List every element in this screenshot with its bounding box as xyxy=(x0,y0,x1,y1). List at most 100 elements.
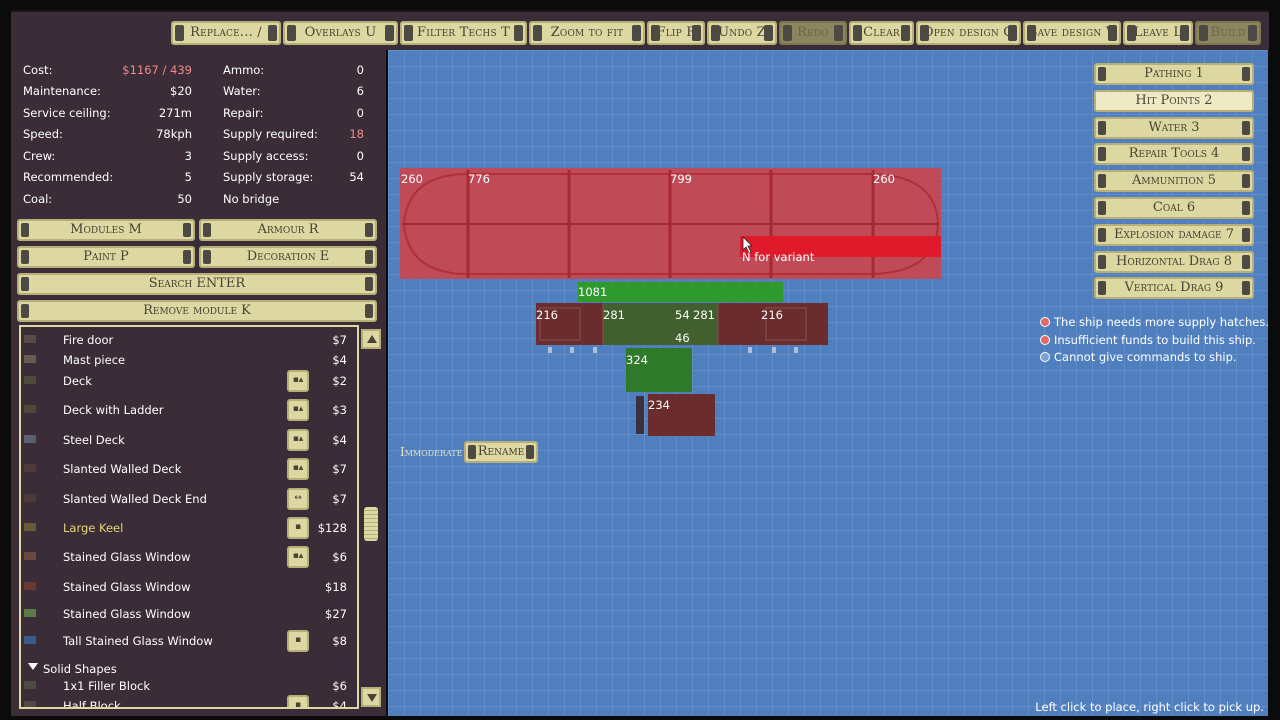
module-price: $4 xyxy=(332,433,347,447)
variant-button[interactable]: ▪ xyxy=(287,517,309,539)
stat-label-supply-storage: Supply storage: xyxy=(223,170,314,184)
clear-button[interactable]: Clear xyxy=(849,21,914,45)
stat-label-maintenance: Maintenance: xyxy=(23,84,101,98)
module-list-item[interactable]: Deck $2 ▪▴ xyxy=(21,370,357,392)
overlay-button[interactable]: Coal 6 xyxy=(1094,197,1254,219)
warning-icon xyxy=(1040,317,1050,327)
decoration-tab[interactable]: Decoration E xyxy=(199,246,377,268)
module-thumbnail-icon xyxy=(24,355,36,363)
module-name: Tall Stained Glass Window xyxy=(63,634,213,648)
armour-tab[interactable]: Armour R xyxy=(199,219,377,241)
stat-label-coal: Coal: xyxy=(23,192,53,206)
paint-tab[interactable]: Paint P xyxy=(17,246,195,268)
stat-value-coal: 50 xyxy=(177,192,192,206)
ship-blueprint-canvas[interactable]: 260 776 799 260 N for variant 1081 216 2… xyxy=(388,50,1269,716)
expand-arrow-icon xyxy=(28,663,38,670)
variant-button[interactable]: ▪ xyxy=(287,630,309,652)
search-button[interactable]: Search ENTER xyxy=(17,273,377,295)
module-name: Steel Deck xyxy=(63,433,125,447)
stat-value-speed: 78kph xyxy=(156,127,192,141)
module-list-item[interactable]: Mast piece $4 xyxy=(21,351,357,371)
module-list-scrollbar[interactable] xyxy=(361,325,381,709)
stat-label-ammo: Ammo: xyxy=(223,63,265,77)
variant-button[interactable]: ▪▴ xyxy=(287,399,309,421)
balloon-hp-label: 260 xyxy=(873,172,895,186)
variant-button[interactable]: ▪▴ xyxy=(287,546,309,568)
variant-button[interactable]: ▪▴ xyxy=(287,458,309,480)
deck-hp-label: 216 xyxy=(536,308,558,322)
balloon-hp-label: 799 xyxy=(670,172,692,186)
variant-tooltip: N for variant xyxy=(742,250,815,264)
scroll-up-button[interactable] xyxy=(361,329,381,349)
filter-techs-button[interactable]: Filter Techs T xyxy=(400,21,527,45)
module-thumbnail-icon xyxy=(24,552,36,560)
stat-value-repair: 0 xyxy=(356,106,364,120)
overlay-button[interactable]: Water 3 xyxy=(1094,116,1254,139)
module-list-item[interactable]: Steel Deck $4 ▪▴ xyxy=(21,429,357,451)
variant-button[interactable]: ▪▴ xyxy=(287,370,309,392)
module-list[interactable]: Fire door $7 Mast piece $4 Deck $2 ▪▴ Deck with… xyxy=(19,325,359,709)
undo-button[interactable]: Undo Z xyxy=(707,21,777,45)
engine-module[interactable] xyxy=(578,282,783,302)
module-list-item[interactable]: Fire door $7 xyxy=(21,331,357,351)
module-list-item[interactable]: Stained Glass Window $6 ▪▴ xyxy=(21,546,357,568)
module-thumbnail-icon xyxy=(24,609,36,617)
scroll-down-button[interactable] xyxy=(361,687,381,707)
module-list-item[interactable]: Deck with Ladder $3 ▪▴ xyxy=(21,399,357,421)
module-list-item[interactable]: Half Block $4 ▪ xyxy=(21,695,357,707)
module-list-item[interactable]: Slanted Walled Deck End $7 ↔ xyxy=(21,488,357,510)
module-name: Stained Glass Window xyxy=(63,580,191,594)
remove-module-button[interactable]: Remove module K xyxy=(17,300,377,322)
stat-label-repair: Repair: xyxy=(223,106,264,120)
stat-value-ammo: 0 xyxy=(356,63,364,77)
scroll-thumb[interactable] xyxy=(364,507,378,541)
module-thumbnail-icon xyxy=(24,582,36,590)
module-name: Deck xyxy=(63,374,92,388)
stat-label-speed: Speed: xyxy=(23,127,63,141)
variant-button[interactable]: ▪ xyxy=(287,695,309,707)
module-name: Large Keel xyxy=(63,521,124,535)
open-design-button[interactable]: Open design O xyxy=(916,21,1021,45)
stat-label-supply-access: Supply access: xyxy=(223,149,309,163)
stat-label-cost: Cost: xyxy=(23,63,53,77)
variant-button[interactable]: ▪▴ xyxy=(287,429,309,451)
overlay-button[interactable]: Vertical Drag 9 xyxy=(1094,277,1254,300)
build-button[interactable]: Build xyxy=(1195,21,1261,45)
replace-button[interactable]: Replace... / xyxy=(171,21,281,45)
stat-value-recommended: 5 xyxy=(184,170,192,184)
redo-button[interactable]: Redo xyxy=(779,21,847,45)
module-thumbnail-icon xyxy=(24,636,36,644)
module-name: Slanted Walled Deck End xyxy=(63,492,207,506)
overlay-button[interactable]: Explosion damage 7 xyxy=(1094,223,1254,246)
placement-hint: Left click to place, right click to pick… xyxy=(1035,700,1264,714)
overlay-button[interactable]: Hit Points 2 xyxy=(1094,89,1254,112)
overlay-button[interactable]: Repair Tools 4 xyxy=(1094,143,1254,166)
module-list-item[interactable]: 1x1 Filler Block $6 xyxy=(21,677,357,697)
stat-value-cost: $1167 / 439 xyxy=(122,63,192,77)
overlays-button[interactable]: Overlays U xyxy=(283,21,398,45)
zoom-to-fit-button[interactable]: Zoom to fit xyxy=(529,21,645,45)
overlay-button[interactable]: Ammunition 5 xyxy=(1094,170,1254,193)
stat-value-supply-storage: 54 xyxy=(349,170,364,184)
module-thumbnail-icon xyxy=(24,494,36,502)
variant-button[interactable]: ↔ xyxy=(287,488,309,510)
module-list-item[interactable]: Stained Glass Window $18 xyxy=(21,578,357,598)
modules-tab[interactable]: Modules M xyxy=(17,219,195,241)
module-name: Slanted Walled Deck xyxy=(63,462,182,476)
propeller-mount[interactable] xyxy=(636,396,644,434)
module-name: Stained Glass Window xyxy=(63,607,191,621)
flip-button[interactable]: Flip F xyxy=(647,21,705,45)
module-list-item[interactable]: Large Keel $128 ▪ xyxy=(21,517,357,539)
module-list-item[interactable]: Tall Stained Glass Window $8 ▪ xyxy=(21,630,357,652)
module-list-item[interactable]: Stained Glass Window $27 xyxy=(21,605,357,625)
overlay-button[interactable]: Horizontal Drag 8 xyxy=(1094,250,1254,273)
rename-button[interactable]: Rename xyxy=(464,441,538,463)
save-design-button[interactable]: Save design V xyxy=(1023,21,1121,45)
leave-button[interactable]: Leave L xyxy=(1123,21,1193,45)
overlay-button[interactable]: Pathing 1 xyxy=(1094,63,1254,85)
module-price: $7 xyxy=(332,462,347,476)
stat-value-supply-required: 18 xyxy=(349,127,364,141)
module-name: Fire door xyxy=(63,333,114,347)
module-list-item[interactable]: Slanted Walled Deck $7 ▪▴ xyxy=(21,458,357,480)
balloon-hp-label: 260 xyxy=(401,172,423,186)
